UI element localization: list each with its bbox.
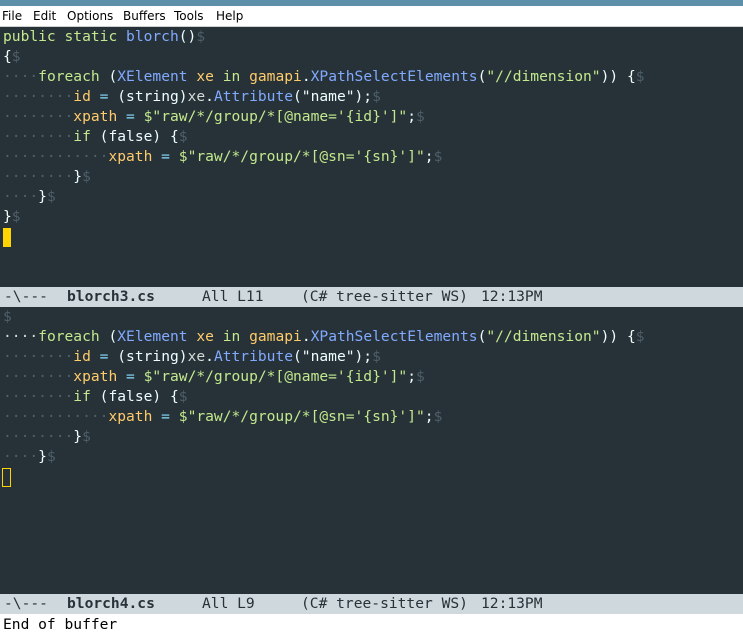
menu-tools[interactable]: Tools [174,9,204,23]
code-line-2: ····foreach (XElement xe in gamapi.XPath… [3,328,645,345]
code-line-7: ············xpath = $"raw/*/group/*[@sn=… [3,148,443,165]
text-cursor [3,228,11,247]
menu-buffers[interactable]: Buffers [123,9,166,23]
code-line-7: ········}$ [3,428,91,445]
code-line-6: ········if (false) {$ [3,128,188,145]
code-line-4: ········id = (string)xe.Attribute("name"… [3,88,381,105]
modeline-status: -\--- [4,595,48,612]
code-line-5: ········xpath = $"raw/*/group/*[@name='{… [3,108,425,125]
menu-options[interactable]: Options [67,9,113,23]
code-line-9: ····}$ [3,188,56,205]
echo-message: End of buffer [3,616,118,633]
code-line-10: }$ [3,208,21,225]
menu-bar: File Edit Options Buffers Tools Help [0,6,743,27]
menu-edit[interactable]: Edit [33,9,56,23]
text-cursor-inactive [2,468,11,487]
modeline-status: -\--- [4,288,48,305]
code-line-2: {$ [3,48,21,65]
editor-window-top[interactable]: public static blorch()$ {$ ····foreach (… [0,27,743,287]
modeline-buffer-name[interactable]: blorch4.cs [67,594,155,614]
menu-help[interactable]: Help [216,9,243,23]
menu-file[interactable]: File [2,9,22,23]
code-line-1: public static blorch()$ [3,28,206,45]
editor-window-bottom[interactable]: $ ····foreach (XElement xe in gamapi.XPa… [0,307,743,594]
modeline-major-mode[interactable]: (C# tree-sitter WS) [301,287,468,307]
code-line-8: ····}$ [3,448,56,465]
modeline-position: All L9 [202,595,255,612]
modeline-major-mode[interactable]: (C# tree-sitter WS) [301,594,468,614]
code-line-5: ········if (false) {$ [3,388,188,405]
code-line-4: ········xpath = $"raw/*/group/*[@name='{… [3,368,425,385]
code-line-3: ········id = (string)xe.Attribute("name"… [3,348,381,365]
code-line-3: ····foreach (XElement xe in gamapi.XPath… [3,68,645,85]
code-line-6: ············xpath = $"raw/*/group/*[@sn=… [3,408,443,425]
modeline-buffer-name[interactable]: blorch3.cs [67,287,155,307]
modeline-position: All L11 [202,288,264,305]
mode-line-top[interactable]: -\--- blorch3.cs All L11 (C# tree-sitter… [0,287,743,307]
mode-line-bottom[interactable]: -\--- blorch4.cs All L9 (C# tree-sitter … [0,594,743,614]
echo-area: End of buffer [0,614,743,635]
code-line-8: ········}$ [3,168,91,185]
modeline-time: 12:13PM [481,595,543,612]
code-line-1: $ [3,308,12,325]
modeline-time: 12:13PM [481,288,543,305]
